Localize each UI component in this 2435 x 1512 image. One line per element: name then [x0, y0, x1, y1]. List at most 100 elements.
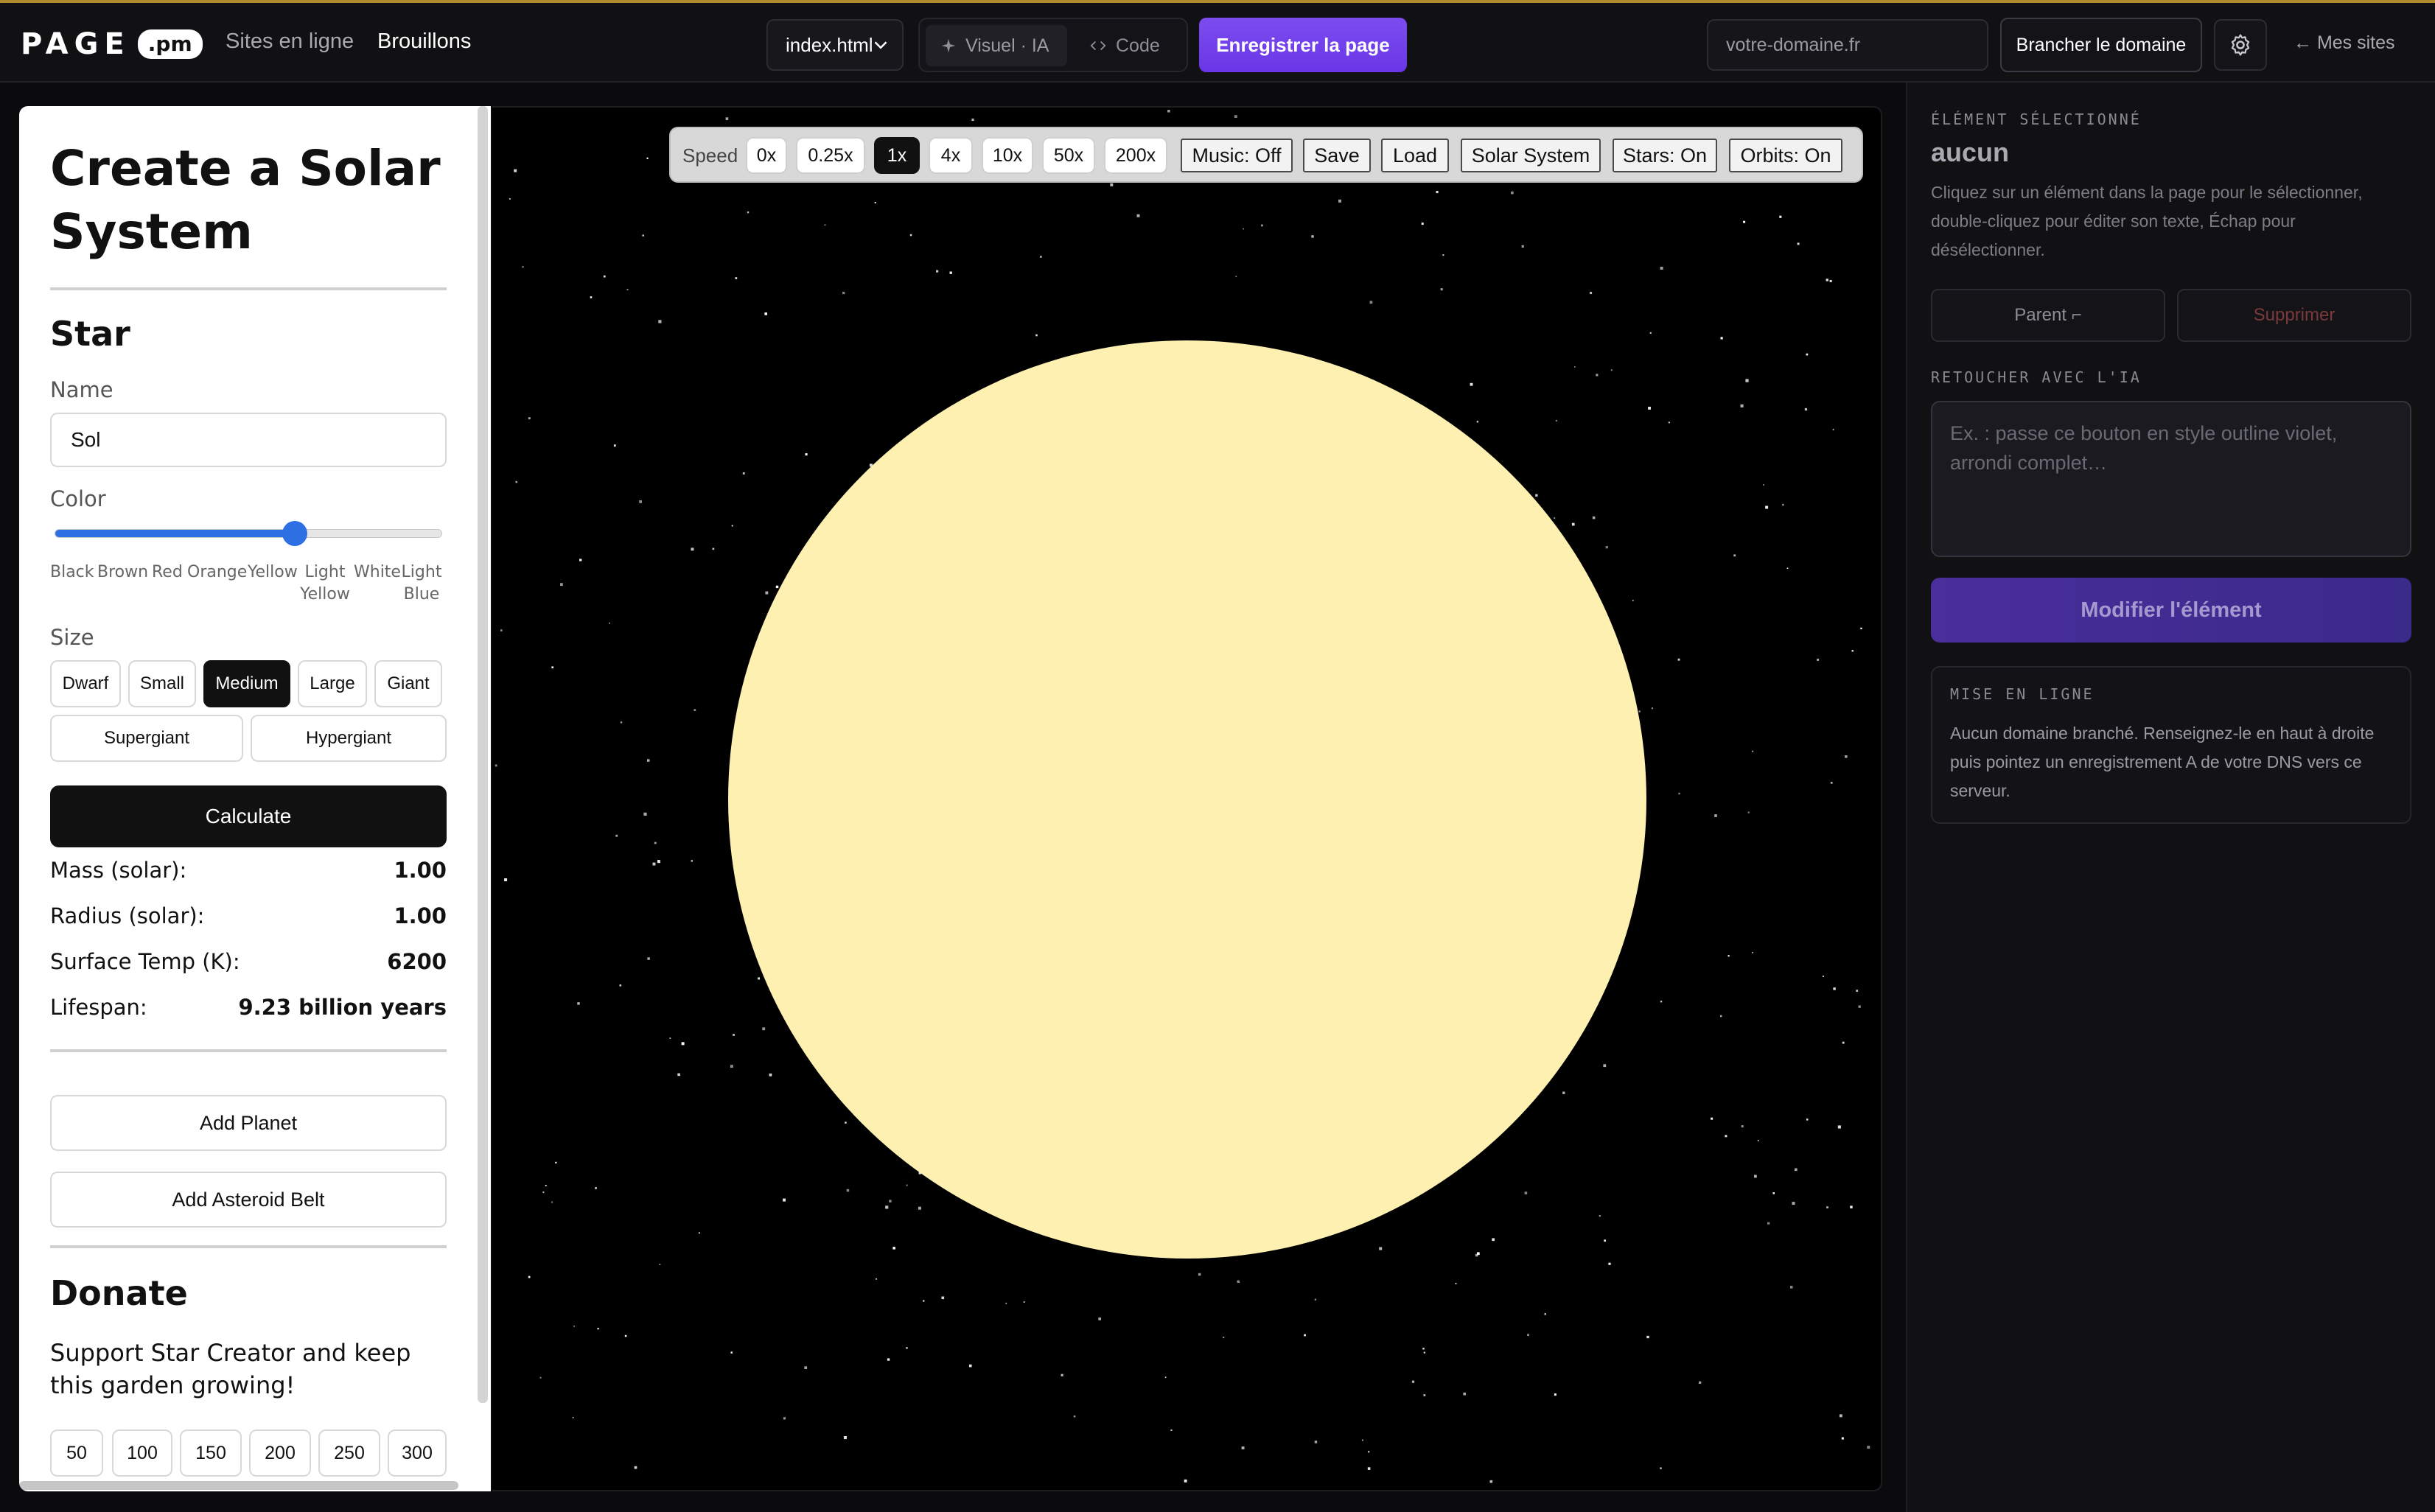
speed-025x-button[interactable]: 0.25x — [796, 137, 865, 174]
star-dot — [643, 812, 647, 816]
star-dot — [509, 198, 511, 200]
delete-button[interactable]: Supprimer — [2177, 289, 2411, 342]
star-dot — [654, 841, 657, 844]
size-supergiant-button[interactable]: Supergiant — [50, 715, 243, 762]
color-slider[interactable] — [55, 521, 442, 546]
speed-0x-button[interactable]: 0x — [746, 137, 787, 174]
stat-value: 9.23 billion years — [238, 995, 447, 1020]
star-dot — [1524, 1191, 1528, 1194]
star-dot — [1711, 1117, 1713, 1120]
my-sites-link[interactable]: ← Mes sites — [2293, 32, 2395, 54]
star-dot — [1741, 1125, 1744, 1128]
star-dot — [691, 547, 694, 551]
connect-domain-button[interactable]: Brancher le domaine — [2000, 18, 2202, 72]
file-select[interactable]: index.html — [766, 19, 904, 71]
stars-toggle-button[interactable]: Stars: On — [1613, 139, 1717, 172]
donate-amount-button[interactable]: 250 — [318, 1429, 380, 1477]
star-dot — [824, 224, 826, 226]
modify-element-button[interactable]: Modifier l'élément — [1931, 578, 2411, 643]
music-toggle-button[interactable]: Music: Off — [1181, 139, 1293, 172]
solar-system-button[interactable]: Solar System — [1461, 139, 1601, 172]
speed-10x-button[interactable]: 10x — [982, 137, 1033, 174]
size-label: Size — [50, 625, 94, 650]
donate-amount-button[interactable]: 100 — [112, 1429, 172, 1477]
star-dot — [1806, 353, 1809, 356]
settings-button[interactable] — [2214, 19, 2267, 71]
star-dot — [1786, 567, 1789, 570]
star-dot — [1455, 1283, 1457, 1284]
speed-50x-button[interactable]: 50x — [1042, 137, 1095, 174]
color-slider-thumb[interactable] — [282, 521, 307, 546]
star-dot — [669, 1037, 671, 1039]
star-dot — [1823, 976, 1824, 977]
speed-1x-button[interactable]: 1x — [874, 137, 920, 174]
star-dot — [1856, 990, 1859, 992]
horizontal-scrollbar[interactable] — [19, 1481, 458, 1490]
color-tick: Black — [50, 563, 94, 581]
add-asteroid-belt-button[interactable]: Add Asteroid Belt — [50, 1172, 447, 1228]
star-dot — [573, 1326, 575, 1327]
color-tick: Light Blue — [401, 563, 442, 603]
star-dot — [624, 1334, 627, 1337]
size-giant-button[interactable]: Giant — [374, 660, 442, 707]
donate-amount-button[interactable]: 150 — [180, 1429, 242, 1477]
ai-prompt-textarea[interactable]: Ex. : passe ce bouton en style outline v… — [1931, 401, 2411, 557]
star-dot — [515, 480, 517, 483]
star-dot — [1436, 191, 1439, 194]
star-dot — [845, 1121, 847, 1124]
star-dot — [528, 1275, 531, 1278]
star-dot — [936, 270, 939, 273]
size-medium-button[interactable]: Medium — [203, 660, 290, 707]
star-dot — [609, 622, 610, 624]
nav-sites-en-ligne[interactable]: Sites en ligne — [226, 29, 354, 54]
star-dot — [522, 266, 524, 268]
star-dot — [1521, 245, 1524, 248]
add-planet-button[interactable]: Add Planet — [50, 1095, 447, 1151]
stat-value: 1.00 — [394, 858, 447, 883]
selection-help-text: Cliquez sur un élément dans la page pour… — [1931, 183, 2363, 259]
simulation-toolbar: Speed 0x 0.25x 1x 4x 10x 50x 200x Music:… — [669, 127, 1863, 183]
star-dot — [1841, 1437, 1844, 1440]
size-dwarf-button[interactable]: Dwarf — [50, 660, 121, 707]
donate-amount-button[interactable]: 50 — [50, 1429, 103, 1477]
star-dot — [1562, 1091, 1565, 1094]
star-dot — [677, 1073, 680, 1077]
star-dot — [1851, 650, 1854, 652]
donate-amount-button[interactable]: 200 — [249, 1429, 311, 1477]
domain-input[interactable]: votre-domaine.fr — [1707, 19, 1988, 71]
solar-system-canvas[interactable]: Speed 0x 0.25x 1x 4x 10x 50x 200x Music:… — [492, 106, 1882, 1491]
load-button[interactable]: Load — [1381, 139, 1449, 172]
star-dot — [1767, 1222, 1770, 1225]
star-dot — [1489, 1480, 1493, 1483]
vertical-scrollbar[interactable] — [478, 106, 488, 1403]
star-dot — [1234, 115, 1237, 118]
parent-button[interactable]: Parent ⌐ — [1931, 289, 2165, 342]
speed-4x-button[interactable]: 4x — [929, 137, 973, 174]
orbits-toggle-button[interactable]: Orbits: On — [1729, 139, 1842, 172]
logo[interactable]: PAGE .pm — [21, 27, 203, 61]
sun[interactable] — [728, 340, 1646, 1259]
size-small-button[interactable]: Small — [128, 660, 196, 707]
star-dot — [1035, 334, 1038, 337]
size-hypergiant-button[interactable]: Hypergiant — [251, 715, 447, 762]
mode-visual-ai-button[interactable]: Visuel · IA — [926, 25, 1067, 66]
save-button[interactable]: Save — [1303, 139, 1371, 172]
mode-code-button[interactable]: Code — [1075, 25, 1181, 66]
star-dot — [1660, 1001, 1663, 1003]
star-dot — [842, 291, 845, 295]
calculate-button[interactable]: Calculate — [50, 785, 447, 847]
nav-brouillons[interactable]: Brouillons — [377, 29, 471, 54]
save-page-button[interactable]: Enregistrer la page — [1199, 18, 1407, 72]
stat-mass: Mass (solar): 1.00 — [50, 858, 447, 890]
donate-amount-button[interactable]: 300 — [388, 1429, 447, 1477]
star-name-input[interactable]: Sol — [50, 413, 447, 467]
speed-200x-button[interactable]: 200x — [1104, 137, 1167, 174]
donate-text: Support Star Creator and keep this garde… — [50, 1339, 411, 1399]
star-dot — [572, 1417, 574, 1418]
stat-label: Surface Temp (K): — [50, 949, 240, 974]
star-dot — [1604, 1239, 1606, 1242]
star-dot — [495, 764, 497, 767]
star-dot — [909, 234, 912, 237]
size-large-button[interactable]: Large — [298, 660, 367, 707]
star-dot — [1423, 1351, 1425, 1354]
